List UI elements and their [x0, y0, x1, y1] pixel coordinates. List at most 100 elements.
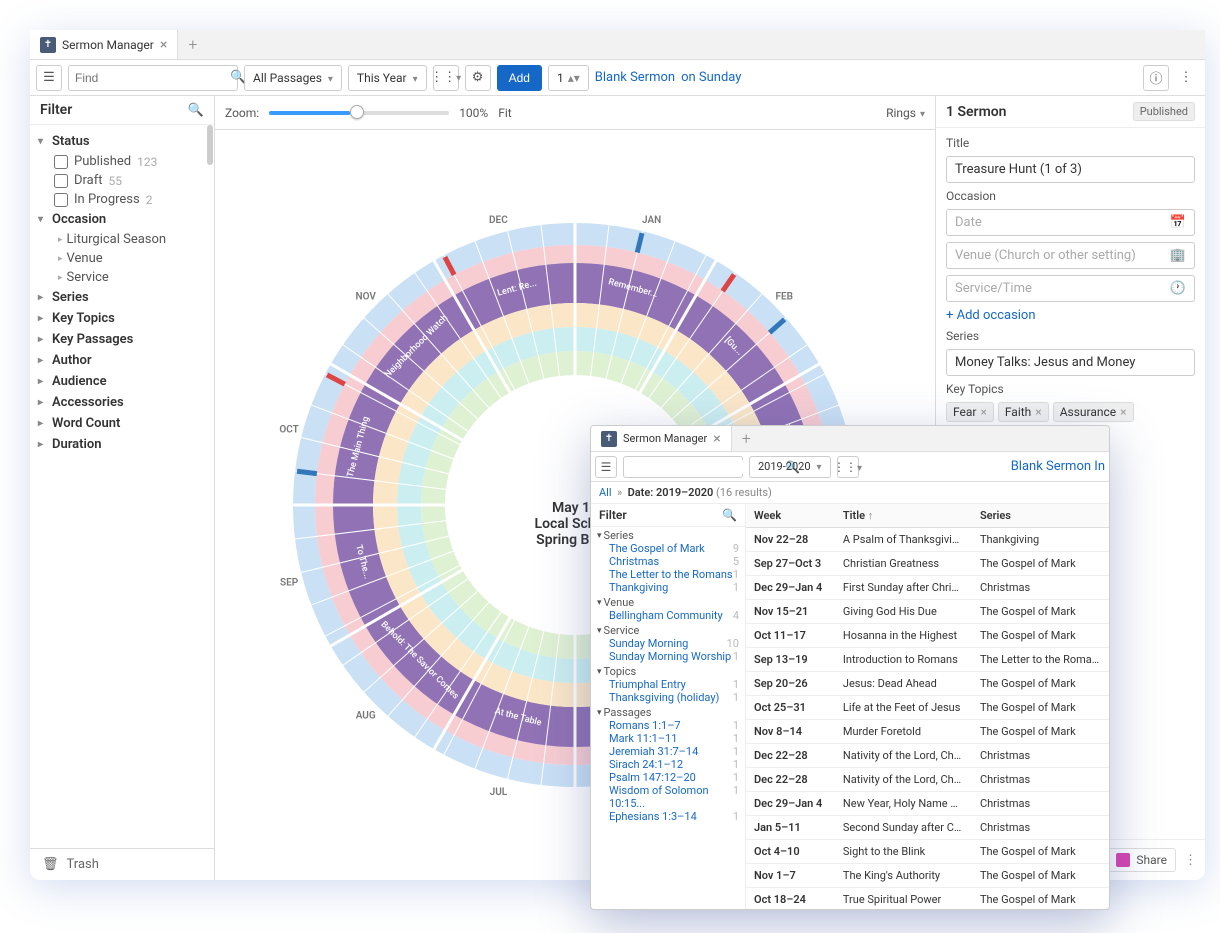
checkbox[interactable]: [54, 193, 68, 207]
table-row[interactable]: Dec 22–28Nativity of the Lord, Chris...C…: [746, 744, 1109, 768]
status-header[interactable]: ▾Status: [38, 131, 206, 152]
topic-tag[interactable]: Faith×: [998, 402, 1049, 422]
col-week[interactable]: Week: [746, 504, 835, 528]
filter-group[interactable]: ▸Accessories: [38, 392, 206, 413]
table-row[interactable]: Sep 20–26Jesus: Dead AheadThe Gospel of …: [746, 672, 1109, 696]
table-row[interactable]: Jan 5–11Second Sunday after Chri...Chris…: [746, 816, 1109, 840]
col-title[interactable]: Title ↑: [835, 504, 972, 528]
add-count[interactable]: 1▴▾: [548, 65, 589, 91]
table-row[interactable]: Dec 29–Jan 4New Year, Holy Name of J...C…: [746, 792, 1109, 816]
popup-tab[interactable]: ✝ Sermon Manager ×: [591, 426, 732, 451]
blank-sermon-link[interactable]: Blank Sermon: [595, 70, 675, 85]
search-icon[interactable]: 🔍: [722, 508, 737, 522]
table-row[interactable]: Oct 11–17Hosanna in the HighestThe Gospe…: [746, 624, 1109, 648]
occasion-header[interactable]: ▾Occasion: [38, 209, 206, 230]
close-tab-icon[interactable]: ×: [160, 37, 167, 53]
popup-filter-group[interactable]: ▾ Series: [597, 529, 739, 542]
checkbox[interactable]: [54, 155, 68, 169]
table-row[interactable]: Oct 18–24True Spiritual PowerThe Gospel …: [746, 888, 1109, 910]
table-row[interactable]: Nov 8–14Murder ForetoldThe Gospel of Mar…: [746, 720, 1109, 744]
remove-tag-icon[interactable]: ×: [1035, 405, 1041, 419]
find-input[interactable]: 🔍: [68, 65, 238, 91]
crumb-all[interactable]: All: [599, 486, 612, 499]
series-field[interactable]: Money Talks: Jesus and Money: [946, 349, 1195, 376]
popup-filter-item[interactable]: Bellingham Community4: [597, 609, 739, 622]
popup-filter-item[interactable]: Jeremiah 31:7–141: [597, 745, 739, 758]
popup-filter-item[interactable]: Ephesians 1:3–141: [597, 810, 739, 823]
date-range-dropdown[interactable]: 2019-2020: [749, 456, 831, 478]
table-row[interactable]: Oct 25–31Life at the Feet of JesusThe Go…: [746, 696, 1109, 720]
popup-filter-group[interactable]: ▾ Topics: [597, 665, 739, 678]
venue-field[interactable]: Venue (Church or other setting)🏢: [946, 242, 1195, 269]
popup-filter-item[interactable]: Thanksgiving (holiday)1: [597, 691, 739, 704]
year-dropdown[interactable]: This Year: [348, 65, 427, 91]
new-tab-button[interactable]: +: [178, 35, 207, 54]
filter-group[interactable]: ▸Duration: [38, 434, 206, 455]
topic-tag[interactable]: Fear×: [946, 402, 994, 422]
building-icon[interactable]: 🏢: [1170, 248, 1186, 263]
popup-filter-item[interactable]: Sunday Morning10: [597, 637, 739, 650]
popup-filter-item[interactable]: The Gospel of Mark9: [597, 542, 739, 555]
popup-filter-item[interactable]: Christmas5: [597, 555, 739, 568]
table-row[interactable]: Oct 4–10Sight to the BlinkThe Gospel of …: [746, 840, 1109, 864]
add-button[interactable]: Add: [497, 65, 542, 91]
popup-blank-sermon[interactable]: Blank Sermon In: [1011, 459, 1105, 474]
filter-group[interactable]: ▸Key Passages: [38, 329, 206, 350]
popup-filter-item[interactable]: Sirach 24:1–121: [597, 758, 739, 771]
topic-tag[interactable]: Assurance×: [1053, 402, 1134, 422]
popup-menu-button[interactable]: ☰: [595, 456, 617, 478]
occasion-item[interactable]: ▸Liturgical Season: [54, 230, 206, 249]
menu-button[interactable]: ☰: [36, 65, 62, 91]
filter-group[interactable]: ▸Word Count: [38, 413, 206, 434]
slider-thumb[interactable]: [350, 105, 364, 119]
popup-filter-group[interactable]: ▾ Passages: [597, 706, 739, 719]
status-item[interactable]: In Progress2: [54, 190, 206, 209]
popup-filter-item[interactable]: Mark 11:1–111: [597, 732, 739, 745]
scrollbar-thumb[interactable]: [207, 125, 213, 165]
remove-tag-icon[interactable]: ×: [980, 405, 986, 419]
service-field[interactable]: Service/Time🕐: [946, 275, 1195, 302]
popup-filter-item[interactable]: Wisdom of Solomon 10:15...1: [597, 784, 739, 810]
close-icon[interactable]: ×: [713, 431, 720, 447]
col-series[interactable]: Series: [972, 504, 1109, 528]
table-row[interactable]: Dec 29–Jan 4First Sunday after Christm..…: [746, 576, 1109, 600]
status-item[interactable]: Draft55: [54, 171, 206, 190]
title-field[interactable]: Treasure Hunt (1 of 3): [946, 156, 1195, 183]
occasion-item[interactable]: ▸Venue: [54, 249, 206, 268]
search-icon[interactable]: 🔍: [188, 103, 204, 118]
add-occasion-link[interactable]: + Add occasion: [946, 308, 1195, 323]
rings-dropdown[interactable]: Rings: [886, 106, 925, 120]
popup-filter-item[interactable]: Psalm 147:12–201: [597, 771, 739, 784]
calendar-icon[interactable]: 📅: [1170, 215, 1186, 230]
filter-group[interactable]: ▸Series: [38, 287, 206, 308]
info-button[interactable]: ⓘ: [1143, 65, 1169, 91]
gear-button[interactable]: ⚙: [465, 65, 491, 91]
table-row[interactable]: Dec 22–28Nativity of the Lord, Chris...C…: [746, 768, 1109, 792]
popup-find[interactable]: 🔍: [623, 456, 743, 478]
table-row[interactable]: Nov 15–21Giving God His DueThe Gospel of…: [746, 600, 1109, 624]
tab-sermon-manager[interactable]: ✝ Sermon Manager ×: [30, 30, 178, 59]
kebab-button[interactable]: ⋮: [1173, 65, 1199, 91]
status-item[interactable]: Published123: [54, 152, 206, 171]
find-text[interactable]: [75, 71, 230, 85]
kebab-icon[interactable]: ⋮: [1184, 853, 1197, 868]
share-button[interactable]: Share: [1107, 848, 1176, 872]
zoom-fit[interactable]: Fit: [498, 106, 511, 120]
filter-group[interactable]: ▸Author: [38, 350, 206, 371]
filter-group[interactable]: ▸Key Topics: [38, 308, 206, 329]
popup-filter-group[interactable]: ▾ Service: [597, 624, 739, 637]
popup-new-tab[interactable]: +: [732, 429, 761, 448]
table-row[interactable]: Sep 13–19Introduction to RomansThe Lette…: [746, 648, 1109, 672]
zoom-slider[interactable]: [269, 111, 449, 115]
passages-dropdown[interactable]: All Passages: [244, 65, 342, 91]
popup-filter-group[interactable]: ▾ Venue: [597, 596, 739, 609]
popup-grid-button[interactable]: ⋮⋮: [837, 456, 859, 478]
checkbox[interactable]: [54, 174, 68, 188]
table-row[interactable]: Nov 1–7The King's AuthorityThe Gospel of…: [746, 864, 1109, 888]
popup-filter-item[interactable]: The Letter to the Romans1: [597, 568, 739, 581]
popup-table[interactable]: Week Title ↑ Series Nov 22–28A Psalm of …: [746, 504, 1109, 909]
popup-filter-item[interactable]: Romans 1:1–71: [597, 719, 739, 732]
table-row[interactable]: Nov 22–28A Psalm of ThanksgivingThankgiv…: [746, 528, 1109, 552]
table-row[interactable]: Sep 27–Oct 3Christian GreatnessThe Gospe…: [746, 552, 1109, 576]
remove-tag-icon[interactable]: ×: [1120, 405, 1126, 419]
